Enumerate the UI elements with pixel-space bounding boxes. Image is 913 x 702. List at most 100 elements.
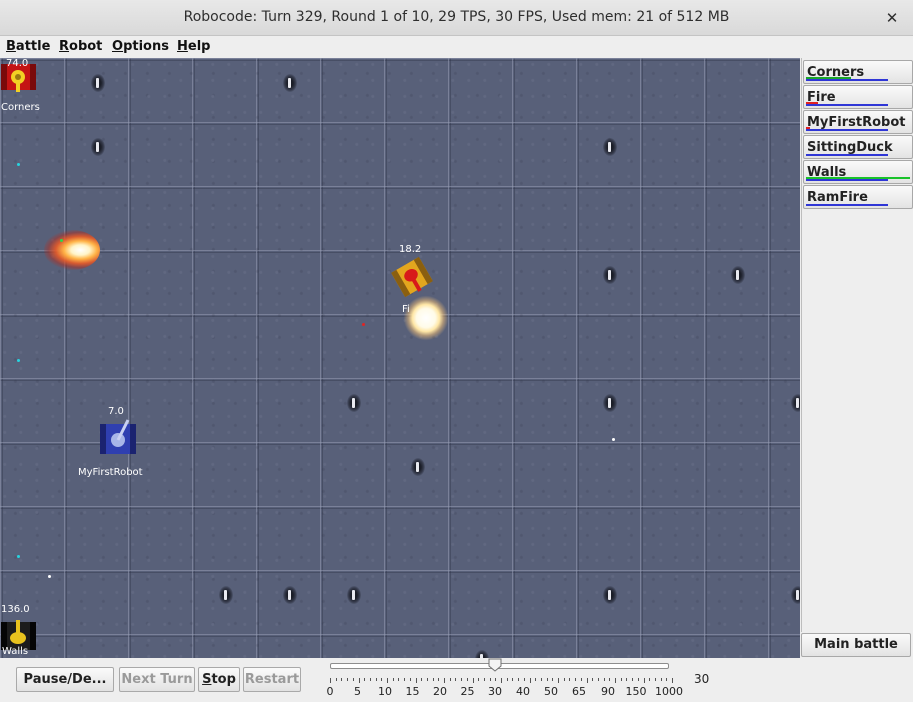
robot-name-label: Fi bbox=[402, 304, 410, 315]
slider-tick-label: 10 bbox=[378, 685, 392, 698]
gun-heat-bar bbox=[806, 129, 888, 131]
slider-tick bbox=[358, 678, 360, 683]
menu-bar: Battle Robot Options Help bbox=[0, 37, 913, 58]
menu-options[interactable]: Options bbox=[112, 39, 169, 54]
slider-tick-label: 90 bbox=[601, 685, 615, 698]
robot-fire[interactable] bbox=[390, 255, 434, 299]
slider-tick-label: 50 bbox=[544, 685, 558, 698]
slider-tick bbox=[512, 678, 514, 681]
slider-tick bbox=[660, 678, 662, 681]
battlefield[interactable]: 74.0 Corners 18.2 Fi 7.0 MyFirstRobot 13… bbox=[0, 58, 800, 658]
bullet-dot bbox=[17, 555, 20, 558]
slider-tick bbox=[398, 678, 400, 681]
gun-heat-bar bbox=[806, 79, 888, 81]
gun-heat-bar bbox=[806, 204, 888, 206]
robot-button-corners[interactable]: Corners bbox=[803, 60, 913, 84]
crater-decal bbox=[600, 136, 620, 158]
robot-button-sittingduck[interactable]: SittingDuck bbox=[803, 135, 913, 159]
slider-tick bbox=[666, 678, 668, 681]
robot-button-myfirstrobot[interactable]: MyFirstRobot bbox=[803, 110, 913, 134]
slider-tick bbox=[575, 678, 577, 681]
tps-slider[interactable]: 0 5 10 15 20 25 30 40 50 65 90 150 1000 bbox=[322, 658, 687, 702]
slider-tick-label: 30 bbox=[488, 685, 502, 698]
bullet-dot bbox=[60, 239, 63, 242]
close-icon[interactable]: ✕ bbox=[881, 7, 903, 29]
slider-tick bbox=[654, 678, 656, 681]
slider-tick bbox=[335, 678, 337, 681]
robot-button-walls[interactable]: Walls bbox=[803, 160, 913, 184]
slider-thumb-icon[interactable] bbox=[488, 658, 502, 672]
slider-tick bbox=[597, 678, 599, 681]
slider-tick bbox=[341, 678, 343, 681]
crater-decal bbox=[788, 392, 800, 414]
robot-button-ramfire[interactable]: RamFire bbox=[803, 185, 913, 209]
crater-decal bbox=[88, 72, 108, 94]
explosion-icon bbox=[402, 294, 450, 342]
crater-decal bbox=[280, 72, 300, 94]
slider-tick bbox=[449, 678, 451, 681]
menu-help[interactable]: Help bbox=[177, 39, 210, 54]
slider-tick-label: 15 bbox=[405, 685, 420, 698]
slider-tick bbox=[506, 678, 508, 681]
slider-tick-label: 20 bbox=[433, 685, 447, 698]
slider-tick bbox=[620, 678, 622, 681]
bullet-dot bbox=[17, 163, 20, 166]
crater-decal bbox=[88, 136, 108, 158]
slider-tick bbox=[558, 678, 559, 683]
slider-tick bbox=[421, 678, 423, 681]
control-toolbar: Pause/De... Next Turn Stop Restart 0 5 10 1… bbox=[0, 658, 913, 702]
slider-tick-label: 0 bbox=[326, 685, 334, 698]
slider-tick bbox=[347, 678, 349, 681]
slider-tick bbox=[609, 678, 611, 681]
slider-tick bbox=[535, 678, 537, 681]
crater-decal bbox=[280, 584, 300, 606]
slider-tick bbox=[455, 678, 457, 681]
slider-tick bbox=[603, 678, 605, 681]
slider-tick bbox=[637, 678, 639, 681]
menu-battle[interactable]: Battle bbox=[6, 39, 50, 54]
gun-heat-bar bbox=[806, 154, 888, 156]
slider-tick bbox=[626, 678, 628, 681]
slider-tick bbox=[615, 678, 616, 683]
slider-tick bbox=[523, 678, 525, 681]
gun-heat-bar bbox=[806, 179, 888, 181]
crater-decal bbox=[408, 456, 428, 478]
gun-heat-bar bbox=[806, 104, 888, 106]
slider-tick bbox=[472, 678, 474, 683]
slider-tick-label: 5 bbox=[354, 685, 361, 698]
bullet-dot bbox=[48, 575, 51, 578]
slider-tick bbox=[546, 678, 548, 681]
robot-button-label: RamFire bbox=[807, 190, 868, 205]
robot-button-label: SittingDuck bbox=[807, 140, 893, 155]
robot-myfirstrobot[interactable] bbox=[97, 418, 139, 458]
menu-robot[interactable]: Robot bbox=[59, 39, 102, 54]
crater-decal bbox=[600, 264, 620, 286]
slider-tick bbox=[409, 678, 411, 681]
crater-decal bbox=[600, 392, 620, 414]
slider-tick bbox=[501, 678, 502, 683]
robot-button-fire[interactable]: Fire bbox=[803, 85, 913, 109]
battlefield-texture bbox=[0, 58, 800, 658]
slider-tick bbox=[438, 678, 440, 681]
robot-button-label: MyFirstRobot bbox=[807, 115, 906, 130]
slider-tick-label: 1000 bbox=[655, 685, 683, 698]
slider-tick bbox=[529, 678, 531, 683]
next-turn-button[interactable]: Next Turn bbox=[119, 667, 195, 692]
slider-tick-label: 65 bbox=[572, 685, 586, 698]
main-battle-log-button[interactable]: Main battle log bbox=[801, 633, 911, 674]
slider-tick bbox=[461, 678, 463, 681]
bullet-dot bbox=[17, 359, 20, 362]
slider-tick bbox=[518, 678, 520, 681]
slider-tick bbox=[364, 678, 366, 681]
crater-decal bbox=[472, 648, 492, 658]
slider-tick bbox=[478, 678, 480, 681]
slider-tick bbox=[580, 678, 582, 681]
crater-decal bbox=[344, 392, 364, 414]
stop-button[interactable]: Stop bbox=[198, 667, 240, 692]
restart-button[interactable]: Restart bbox=[243, 667, 301, 692]
pause-debug-button[interactable]: Pause/De... bbox=[16, 667, 114, 692]
slider-tick bbox=[649, 678, 651, 681]
robocode-window: Robocode: Turn 329, Round 1 of 10, 29 TP… bbox=[0, 0, 913, 702]
slider-tick-label: 40 bbox=[516, 685, 530, 698]
slider-tick bbox=[489, 678, 491, 681]
